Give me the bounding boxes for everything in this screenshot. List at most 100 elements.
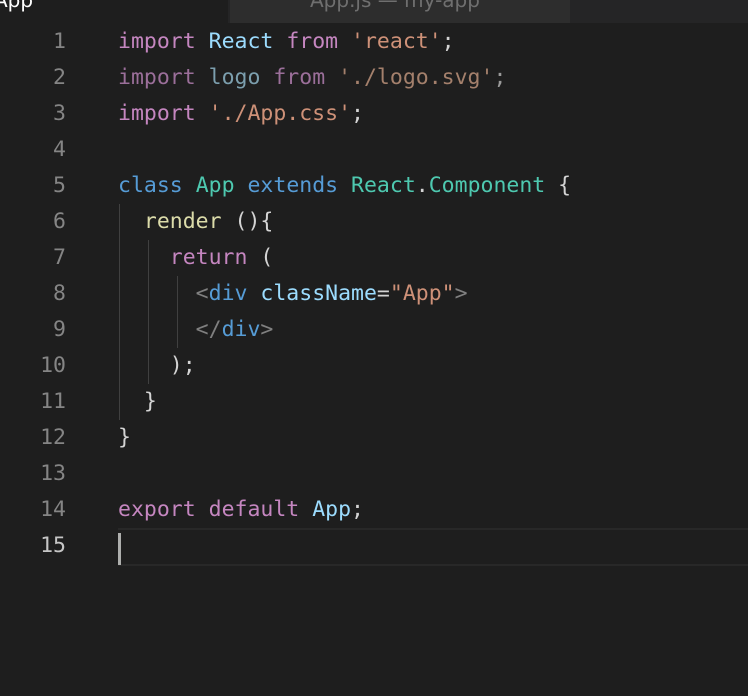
code-token: . [415,173,429,198]
tab-inactive[interactable]: App.js — my-app [230,0,570,23]
code-token: div [221,317,261,342]
code-line[interactable]: 2 import logo from './logo.svg'; [0,60,748,96]
code-token: div [208,281,248,306]
code-token: from [286,29,339,54]
code-line[interactable]: 10 ); [0,348,748,384]
code-line[interactable]: 13 [0,456,748,492]
tab-inactive-label: App.js — my-app [310,0,480,12]
code-token: from [273,65,326,90]
tab-active-label: App [0,0,34,12]
code-line[interactable]: 7 return ( [0,240,748,276]
line-number: 6 [53,209,66,234]
code-line[interactable]: 11 } [0,384,748,420]
code-editor[interactable]: 1 import React from 'react'; 2 import logo … [0,24,748,696]
line-code: class App extends React.Component { [118,168,571,204]
line-number: 9 [53,317,66,342]
code-token: import [118,65,196,90]
code-token: ; [493,65,507,90]
line-number: 3 [53,101,66,126]
code-line[interactable]: 9 </div> [0,312,748,348]
code-token: } [118,425,131,450]
code-token: default [208,497,300,522]
code-token: Component [428,173,546,198]
code-token: (){ [221,209,274,234]
line-number: 2 [53,65,66,90]
code-token: "App" [389,281,455,306]
code-token: } [118,389,157,414]
line-number: 4 [53,137,66,162]
line-code: render (){ [118,204,273,240]
line-code: </div> [118,312,274,348]
code-token: = [376,281,390,306]
code-line[interactable]: 6 render (){ [0,204,748,240]
code-token: logo [208,65,261,90]
line-code: return ( [118,240,274,276]
code-line[interactable]: 14 export default App; [0,492,748,528]
line-code: } [118,420,131,456]
code-token: { [545,173,572,198]
code-token: </ [195,317,222,342]
code-token: import [118,29,196,54]
code-token: './logo.svg' [338,65,494,90]
code-token: extends [247,173,339,198]
code-token: class [118,173,183,198]
code-token: className [260,281,377,306]
code-line[interactable]: 4 [0,132,748,168]
line-number: 5 [53,173,66,198]
code-line[interactable]: 8 <div className="App"> [0,276,748,312]
code-token: App [312,497,352,522]
line-code: <div className="App"> [118,276,468,312]
code-token: ; [351,497,364,522]
line-number: 10 [40,353,66,378]
line-number: 14 [40,497,66,522]
line-code: } [118,384,157,420]
code-token: import [118,101,196,126]
line-code: export default App; [118,492,364,528]
line-code: ); [118,348,196,384]
code-line[interactable]: 5 class App extends React.Component { [0,168,748,204]
code-token: ; [351,101,364,126]
code-token: ( [247,245,274,270]
code-token: React [208,29,274,54]
code-token: render [143,209,222,234]
tab-active[interactable]: App [0,0,228,23]
code-token: ); [118,353,196,378]
code-token: React [351,173,416,198]
code-token: > [260,317,274,342]
line-number: 1 [53,29,66,54]
line-number: 15 [40,533,66,558]
code-line[interactable]: 3 import './App.css'; [0,96,748,132]
code-token: return [169,245,248,270]
line-number: 13 [40,461,66,486]
code-token: ; [441,29,455,54]
line-number: 7 [53,245,66,270]
line-number: 11 [40,389,66,414]
code-token: export [118,497,196,522]
tab-bar: App App.js — my-app [0,0,748,23]
code-token: > [454,281,468,306]
code-token: './App.css' [208,101,352,126]
code-line[interactable]: 1 import React from 'react'; [0,24,748,60]
code-line[interactable]: 15 [0,528,748,564]
line-code: import logo from './logo.svg'; [118,60,506,96]
code-token: 'react' [351,29,442,54]
code-line[interactable]: 12} [0,420,748,456]
line-number: 8 [53,281,66,306]
line-code: import React from 'react'; [118,24,455,60]
